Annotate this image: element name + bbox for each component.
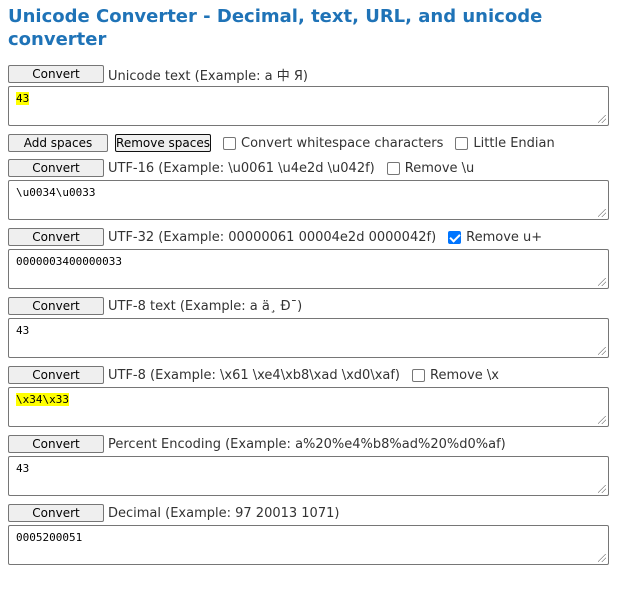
utf16-value: \u0034\u0033 xyxy=(16,186,96,199)
convert-whitespace-option[interactable]: Convert whitespace characters xyxy=(223,136,443,151)
utf16-label: UTF-16 (Example: \u0061 \u4e2d \u042f) xyxy=(108,160,375,176)
remove-u-option[interactable]: Remove \u xyxy=(386,160,475,176)
page-title: Unicode Converter - Decimal, text, URL, … xyxy=(8,6,543,50)
utf32-textarea[interactable]: 0000003400000033 xyxy=(8,249,609,289)
checkbox-checked-icon[interactable] xyxy=(448,230,462,244)
resize-grip-icon[interactable] xyxy=(598,209,606,217)
unicode-section: Convert Unicode text (Example: a 中 Я) 43 xyxy=(8,65,624,126)
decimal-textarea[interactable]: 0005200051 xyxy=(8,525,609,565)
resize-grip-icon[interactable] xyxy=(598,485,606,493)
checkbox-icon[interactable] xyxy=(455,136,469,150)
spacing-options-row: Add spaces Remove spaces Convert whitesp… xyxy=(8,134,624,152)
utf8text-value: 43 xyxy=(16,324,30,337)
utf16-textarea[interactable]: \u0034\u0033 xyxy=(8,180,609,220)
remove-x-option[interactable]: Remove \x xyxy=(412,368,499,383)
utf32-label: UTF-32 (Example: 00000061 00004e2d 00000… xyxy=(108,229,437,245)
utf8text-section: Convert UTF-8 text (Example: a ä¸ Ð¯) 43 xyxy=(8,297,624,358)
utf16-section: Convert UTF-16 (Example: \u0061 \u4e2d \… xyxy=(8,159,624,220)
convert-percent-button[interactable]: Convert xyxy=(8,435,104,453)
percent-label: Percent Encoding (Example: a%20%e4%b8%ad… xyxy=(108,436,506,452)
convert-utf16-button[interactable]: Convert xyxy=(8,159,104,177)
convert-utf32-button[interactable]: Convert xyxy=(8,228,104,246)
add-spaces-button[interactable]: Add spaces xyxy=(8,134,108,152)
utf32-section: Convert UTF-32 (Example: 00000061 00004e… xyxy=(8,228,624,289)
percent-textarea[interactable]: 43 xyxy=(8,456,609,496)
little-endian-label: Little Endian xyxy=(473,135,555,151)
utf8text-label: UTF-8 text (Example: a ä¸ Ð¯) xyxy=(108,298,303,314)
remove-uplus-option[interactable]: Remove u+ xyxy=(448,230,542,245)
convert-utf8text-button[interactable]: Convert xyxy=(8,297,104,315)
percent-value: 43 xyxy=(16,462,30,475)
remove-spaces-button[interactable]: Remove spaces xyxy=(115,134,211,152)
resize-grip-icon[interactable] xyxy=(598,347,606,355)
decimal-value: 0005200051 xyxy=(16,531,83,544)
checkbox-icon[interactable] xyxy=(223,136,236,150)
resize-grip-icon[interactable] xyxy=(598,115,606,123)
checkbox-icon[interactable] xyxy=(412,368,426,382)
unicode-label: Unicode text (Example: a 中 Я) xyxy=(108,68,308,84)
convert-unicode-button[interactable]: Convert xyxy=(8,65,104,83)
remove-x-label: Remove \x xyxy=(430,367,499,383)
decimal-section: Convert Decimal (Example: 97 20013 1071)… xyxy=(8,504,624,565)
convert-whitespace-label: Convert whitespace characters xyxy=(241,135,444,151)
unicode-value: 43 xyxy=(16,92,30,105)
resize-grip-icon[interactable] xyxy=(598,416,606,424)
utf8-section: Convert UTF-8 (Example: \x61 \xe4\xb8\xa… xyxy=(8,366,624,427)
remove-u-label: Remove \u xyxy=(404,160,475,176)
remove-uplus-label: Remove u+ xyxy=(466,229,543,245)
percent-section: Convert Percent Encoding (Example: a%20%… xyxy=(8,435,624,496)
checkbox-icon[interactable] xyxy=(386,161,400,175)
convert-utf8-button[interactable]: Convert xyxy=(8,366,104,384)
resize-grip-icon[interactable] xyxy=(598,278,606,286)
utf8text-textarea[interactable]: 43 xyxy=(8,318,609,358)
unicode-converter-page: Unicode Converter - Decimal, text, URL, … xyxy=(0,0,624,565)
utf32-value: 0000003400000033 xyxy=(16,255,122,268)
decimal-label: Decimal (Example: 97 20013 1071) xyxy=(108,505,340,521)
utf8-label: UTF-8 (Example: \x61 \xe4\xb8\xad \xd0\x… xyxy=(108,367,401,383)
little-endian-option[interactable]: Little Endian xyxy=(455,135,555,151)
resize-grip-icon[interactable] xyxy=(598,554,606,562)
utf8-textarea[interactable]: \x34\x33 xyxy=(8,387,609,427)
convert-decimal-button[interactable]: Convert xyxy=(8,504,104,522)
unicode-textarea[interactable]: 43 xyxy=(8,86,609,126)
utf8-value: \x34\x33 xyxy=(16,393,69,406)
